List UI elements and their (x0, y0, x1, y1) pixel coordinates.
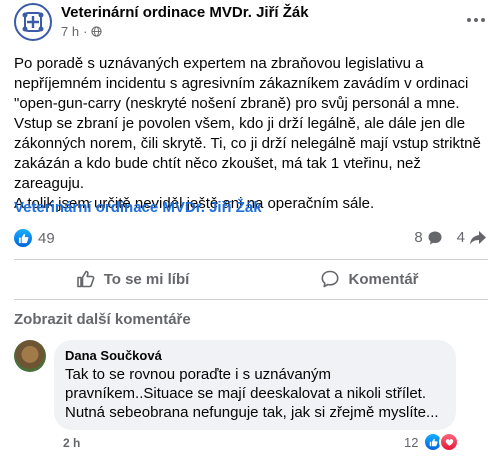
comment-time[interactable]: 2 h (63, 436, 80, 450)
meta-separator: · (83, 24, 88, 39)
like-reaction-icon (14, 229, 32, 247)
post-card: Veterinární ordinace MVDr. Jiří Žák 7 h … (0, 0, 501, 458)
reaction-count: 49 (38, 229, 55, 247)
reactions-summary[interactable]: 49 (14, 229, 55, 247)
comment-button[interactable]: Komentář (251, 260, 488, 298)
dot-icon (467, 18, 471, 22)
more-options-button[interactable] (464, 10, 488, 30)
post-time[interactable]: 7 h (61, 24, 79, 39)
page-avatar[interactable] (14, 3, 52, 41)
post-actions: To se mi líbí Komentář (14, 260, 488, 298)
commenter-avatar[interactable] (14, 340, 46, 372)
post-header: Veterinární ordinace MVDr. Jiří Žák 7 h … (14, 2, 488, 42)
comment-reactions[interactable]: 12 (404, 432, 460, 452)
heart-reaction-icon (439, 432, 460, 452)
page-name-link[interactable]: Veterinární ordinace MVDr. Jiří Žák (61, 4, 309, 21)
globe-icon (91, 26, 103, 37)
post-meta: 7 h · (61, 24, 103, 39)
comment-text: Tak to se rovnou poraďte i s uznávaným p… (65, 366, 439, 421)
post-text: Po poradě s uznávaných expertem na zbraň… (14, 55, 481, 212)
comment-count[interactable]: 8 (414, 229, 442, 246)
comment-icon (321, 270, 339, 288)
comment-count-label: 8 (414, 229, 423, 246)
comment-button-label: Komentář (348, 270, 419, 288)
dot-icon (481, 18, 485, 22)
share-count-label: 4 (456, 229, 465, 246)
comment-author-link[interactable]: Dana Součková (65, 348, 162, 363)
comment-bubble: Dana Součková Tak to se rovnou poraďte i… (54, 340, 456, 430)
like-button-label: To se mi líbí (103, 270, 190, 288)
comment-reaction-count: 12 (404, 434, 419, 450)
dot-icon (474, 18, 478, 22)
share-count[interactable]: 4 (457, 229, 487, 246)
clinic-logo-icon (22, 12, 44, 32)
post-stats: 8 4 (414, 229, 487, 246)
view-more-comments-link[interactable]: Zobrazit další komentáře (14, 311, 191, 328)
like-button[interactable]: To se mi líbí (14, 260, 251, 298)
divider (14, 299, 488, 300)
thumbs-up-icon (76, 270, 95, 288)
share-arrow-icon (470, 230, 486, 244)
signature-link[interactable]: Veterinární ordinace MVDr. Jiří Žák (14, 199, 262, 216)
comment-bubble-icon (428, 231, 442, 244)
